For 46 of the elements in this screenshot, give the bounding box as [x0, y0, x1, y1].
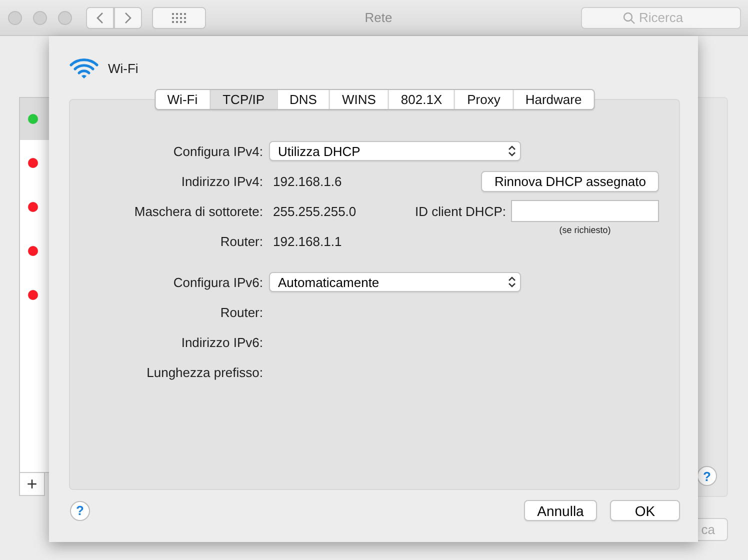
minimize-window-button[interactable] [33, 10, 47, 24]
grid-icon [172, 12, 186, 22]
help-button[interactable]: ? [697, 466, 717, 486]
field-label: Configura IPv4: [172, 144, 263, 158]
tab[interactable]: Proxy [454, 90, 512, 109]
field-value: 255.255.255.0 [273, 204, 356, 218]
renew-dhcp-button[interactable]: Rinnova DHCP assegnato [481, 170, 659, 192]
field-label: Indirizzo IPv6: [180, 334, 263, 350]
field-label: Router: [219, 304, 263, 320]
wifi-icon [69, 57, 99, 79]
search-input[interactable]: Ricerca [639, 10, 699, 25]
field-label: Router: [219, 234, 263, 248]
input-field[interactable] [511, 200, 659, 222]
search-icon [623, 12, 635, 24]
dropdown-arrows-icon [508, 145, 516, 157]
back-button[interactable] [86, 6, 114, 28]
tab[interactable]: TCP/IP [210, 90, 277, 109]
zoom-window-button[interactable] [58, 10, 72, 24]
tab[interactable]: Wi-Fi [155, 90, 210, 109]
tab[interactable]: DNS [276, 90, 329, 109]
tab[interactable]: 802.1X [388, 90, 454, 109]
dropdown-arrows-icon [508, 276, 516, 288]
field-label: Indirizzo IPv4: [180, 174, 263, 188]
tab[interactable]: Hardware [512, 90, 594, 109]
dropdown[interactable]: Utilizza DHCP [269, 141, 521, 161]
cancel-button[interactable]: Annulla [524, 500, 597, 521]
dropdown[interactable]: Automaticamente [269, 272, 521, 292]
forward-button[interactable] [114, 6, 142, 28]
add-button[interactable]: + [19, 473, 45, 496]
help-button[interactable]: ? [70, 500, 90, 520]
field-hint: (se richiesto) [558, 225, 612, 235]
field-value: 192.168.1.6 [273, 174, 342, 188]
show-all-button[interactable] [152, 6, 206, 28]
field-value: 192.168.1.1 [273, 234, 342, 248]
chevron-left-icon [96, 12, 104, 24]
close-window-button[interactable] [8, 10, 22, 24]
sheet-title: Wi-Fi [108, 60, 138, 76]
search-field[interactable]: Ricerca [581, 6, 741, 28]
window-title: Rete [364, 10, 394, 25]
field-label: Configura IPv6: [172, 274, 263, 290]
field-label: Maschera di sottorete: [133, 204, 263, 218]
ok-button[interactable]: OK [610, 500, 680, 521]
chevron-right-icon [124, 12, 132, 24]
field-label: ID client DHCP: [414, 204, 506, 218]
tab[interactable]: WINS [328, 90, 388, 109]
field-label: Lunghezza prefisso: [146, 364, 263, 380]
